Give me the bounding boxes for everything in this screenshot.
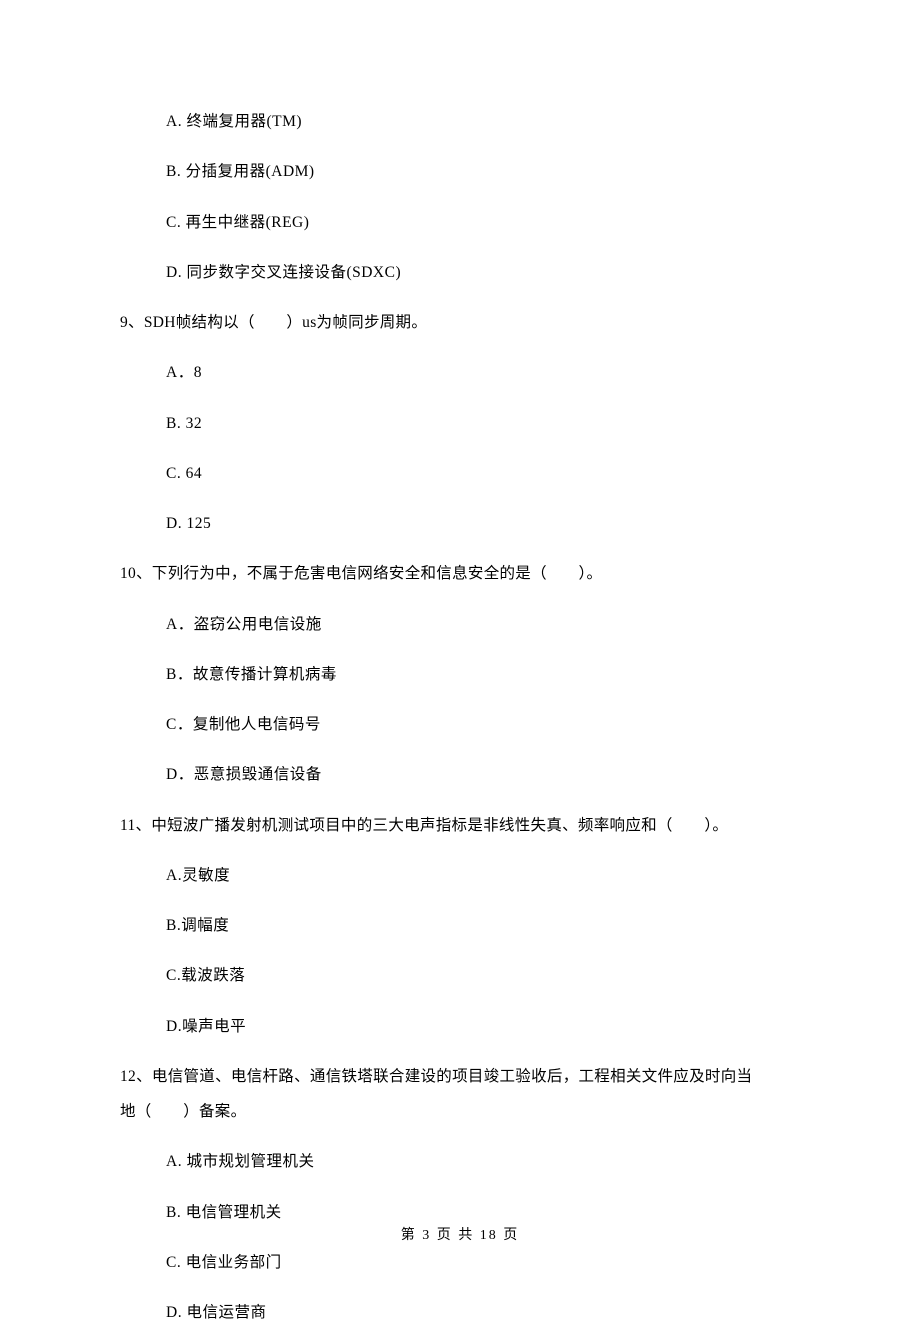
q12-option-b: B. 电信管理机关 xyxy=(120,1201,800,1224)
q12-option-c: C. 电信业务部门 xyxy=(120,1251,800,1274)
q9-option-c: C. 64 xyxy=(120,462,800,485)
q12-stem-line2: 地（ ）备案。 xyxy=(120,1100,800,1123)
q12-option-a: A. 城市规划管理机关 xyxy=(120,1150,800,1173)
q11-option-c: C.载波跌落 xyxy=(120,964,800,987)
q8-option-c: C. 再生中继器(REG) xyxy=(120,211,800,234)
q8-option-a: A. 终端复用器(TM) xyxy=(120,110,800,133)
q11-stem: 11、中短波广播发射机测试项目中的三大电声指标是非线性失真、频率响应和（ ）。 xyxy=(120,814,800,837)
q11-option-b: B.调幅度 xyxy=(120,914,800,937)
q8-option-b: B. 分插复用器(ADM) xyxy=(120,160,800,183)
page-footer: 第 3 页 共 18 页 xyxy=(0,1224,920,1244)
q8-option-d: D. 同步数字交叉连接设备(SDXC) xyxy=(120,261,800,284)
q9-option-a: A．8 xyxy=(120,361,800,384)
q9-stem: 9、SDH帧结构以（ ）us为帧同步周期。 xyxy=(120,311,800,334)
q9-option-d: D. 125 xyxy=(120,512,800,535)
q12-option-d: D. 电信运营商 xyxy=(120,1301,800,1324)
page-content: A. 终端复用器(TM) B. 分插复用器(ADM) C. 再生中继器(REG)… xyxy=(0,0,920,1324)
q10-stem: 10、下列行为中，不属于危害电信网络安全和信息安全的是（ ）。 xyxy=(120,562,800,585)
q10-option-b: B．故意传播计算机病毒 xyxy=(120,663,800,686)
q12-stem-line1: 12、电信管道、电信杆路、通信铁塔联合建设的项目竣工验收后，工程相关文件应及时向… xyxy=(120,1065,800,1088)
q10-option-c: C．复制他人电信码号 xyxy=(120,713,800,736)
q11-option-d: D.噪声电平 xyxy=(120,1015,800,1038)
q11-option-a: A.灵敏度 xyxy=(120,864,800,887)
q10-option-a: A．盗窃公用电信设施 xyxy=(120,613,800,636)
q10-option-d: D．恶意损毁通信设备 xyxy=(120,763,800,786)
q9-option-b: B. 32 xyxy=(120,412,800,435)
